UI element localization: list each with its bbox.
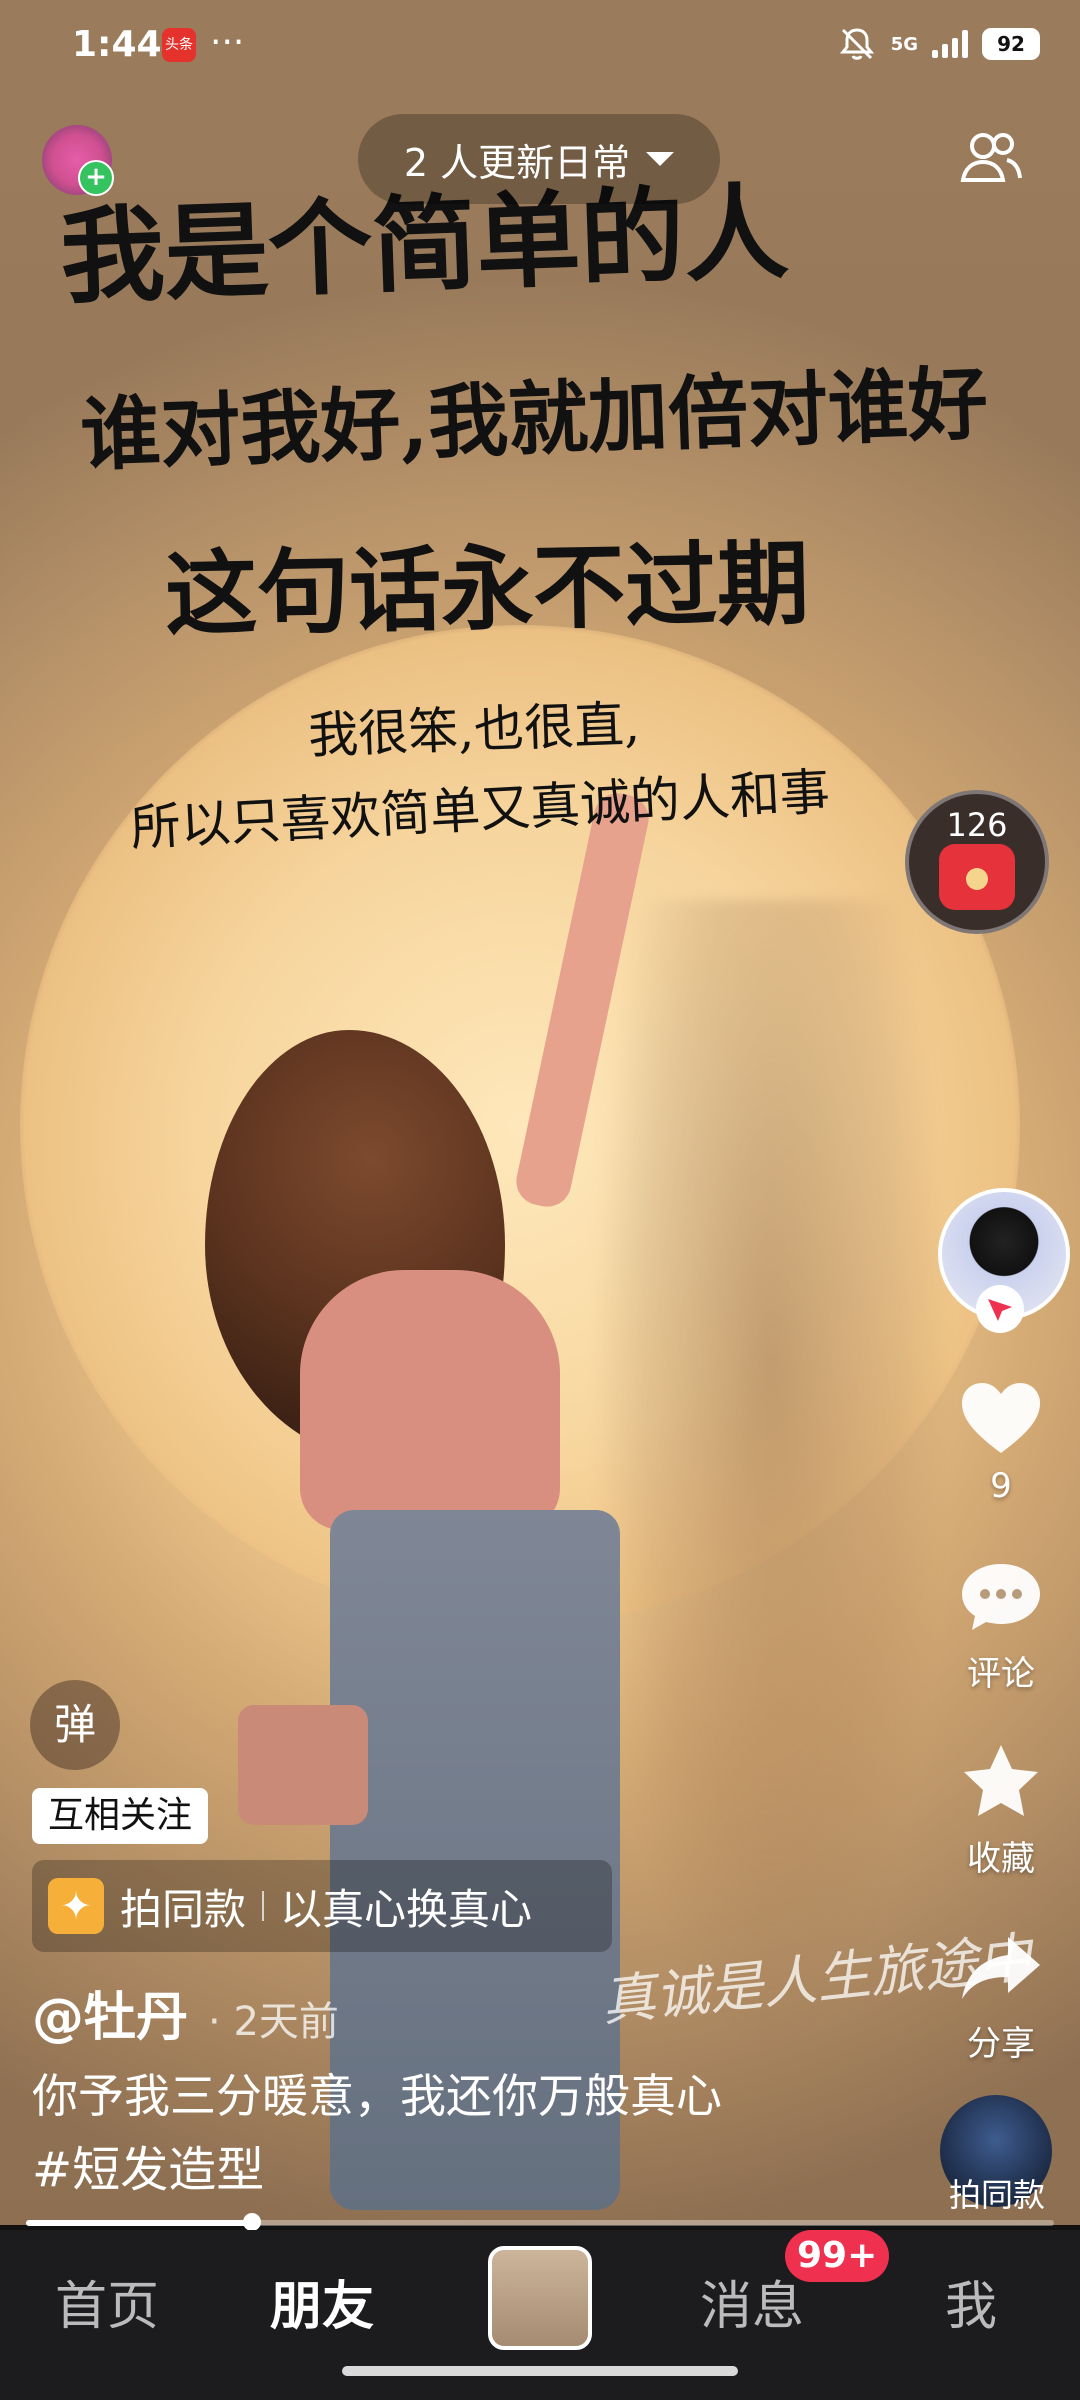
share-action[interactable]: 分享 <box>938 1920 1064 2065</box>
hashtag-link[interactable]: #短发造型 <box>32 2130 264 2200</box>
nav-me[interactable]: 我 <box>945 2264 997 2339</box>
nav-messages[interactable]: 消息 <box>700 2264 804 2339</box>
nav-home[interactable]: 首页 <box>55 2264 159 2339</box>
wall-shadow <box>590 900 950 2050</box>
progress-knob[interactable] <box>243 2213 262 2231</box>
share-label: 分享 <box>967 2024 1035 2064</box>
create-button[interactable] <box>488 2246 592 2350</box>
add-icon[interactable]: + <box>78 160 114 196</box>
video-caption: 你予我三分暖意，我还你万般真心 <box>32 2069 722 2123</box>
friends-icon[interactable] <box>955 128 1027 188</box>
comment-action[interactable]: 评论 <box>938 1550 1064 1695</box>
girl-body <box>300 1270 560 1530</box>
red-packet-icon <box>939 844 1015 910</box>
more-notifications-icon: ··· <box>210 22 245 63</box>
star-icon <box>964 1745 1038 1816</box>
status-right: 5G 92 <box>837 24 1040 64</box>
like-count: 9 <box>990 1466 1012 1506</box>
news-app-icon: 头条 <box>162 28 196 62</box>
sparkle-icon: ✦ <box>48 1878 104 1934</box>
share-arrow-icon <box>962 1937 1040 1999</box>
same-style-prefix: 拍同款 <box>120 1884 247 1934</box>
updates-pill[interactable]: 2 人更新日常 <box>358 114 720 204</box>
follow-button[interactable] <box>976 1285 1024 1333</box>
signal-icon <box>932 30 968 58</box>
like-action[interactable]: 9 <box>938 1370 1064 1506</box>
send-arrow-icon <box>988 1299 1012 1321</box>
author-name[interactable]: @牡丹 <box>32 1975 188 2050</box>
network-type: 5G <box>890 33 918 55</box>
favorite-action[interactable]: 收藏 <box>938 1735 1064 1880</box>
chevron-down-icon <box>646 152 675 166</box>
video-text-line4: 我很笨,也很直, <box>307 695 641 765</box>
mutual-follow-tag: 互相关注 <box>32 1788 209 1844</box>
nav-friends[interactable]: 朋友 <box>270 2264 374 2339</box>
same-style-label: 拍同款 <box>948 2176 1045 2214</box>
red-packet-button[interactable]: 126 <box>905 790 1049 934</box>
mute-bell-icon <box>839 28 874 60</box>
red-packet-count: 126 <box>946 806 1008 844</box>
girl-bag <box>238 1705 368 1825</box>
bottom-nav: 首页 朋友 消息 99+ 我 <box>0 2230 1080 2400</box>
heart-icon <box>962 1383 1040 1453</box>
battery-indicator: 92 <box>982 28 1040 60</box>
favorite-label: 收藏 <box>967 1839 1035 1879</box>
screen: 我是个简单的人 谁对我好,我就加倍对谁好 这句话永不过期 我很笨,也很直, 所以… <box>0 0 1080 2400</box>
divider <box>262 1891 265 1921</box>
posted-ago: · 2天前 <box>208 1999 339 2045</box>
progress-fill <box>26 2220 253 2226</box>
messages-badge: 99+ <box>785 2230 890 2282</box>
video-progress-bar[interactable] <box>26 2213 1054 2231</box>
status-time: 1:44 <box>72 24 162 65</box>
status-bar: 1:44 头条 ··· 5G 92 <box>0 0 1080 90</box>
video-text-line2: 谁对我好,我就加倍对谁好 <box>78 356 990 482</box>
comment-label: 评论 <box>967 1654 1035 1694</box>
updates-pill-label: 2 人更新日常 <box>403 140 631 185</box>
same-style-banner[interactable]: ✦ 拍同款 以真心换真心 <box>32 1860 612 1952</box>
danmu-toggle-button[interactable]: 弹 <box>30 1680 120 1770</box>
comment-icon <box>962 1564 1040 1630</box>
video-text-line3: 这句话永不过期 <box>164 529 811 649</box>
home-indicator[interactable] <box>342 2366 738 2376</box>
author-line: @牡丹 · 2天前 <box>32 1975 339 2050</box>
same-style-text: 以真心换真心 <box>280 1884 533 1934</box>
